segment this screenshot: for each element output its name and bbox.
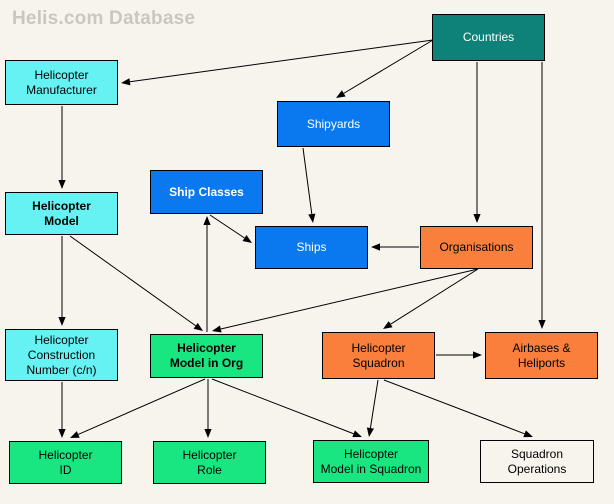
node-ships[interactable]: Ships xyxy=(255,226,368,269)
node-label: Helicopter Manufacturer xyxy=(26,67,97,97)
node-label: Ship Classes xyxy=(169,184,244,199)
node-ship_classes[interactable]: Ship Classes xyxy=(150,170,263,214)
edge-heli_model-to-model_in_org xyxy=(69,235,203,331)
edge-countries-to-organisations xyxy=(473,62,481,223)
edge-ship_classes-to-ships xyxy=(209,214,252,243)
edge-countries-to-airbases xyxy=(538,62,546,329)
page-title: Helis.com Database xyxy=(12,8,196,29)
node-sqn_ops[interactable]: Squadron Operations xyxy=(480,440,594,483)
edge-heli_squadron-to-model_in_sqn xyxy=(366,379,379,437)
edge-heli_cn-to-heli_id xyxy=(58,382,66,438)
node-countries[interactable]: Countries xyxy=(432,14,545,61)
node-heli_cn[interactable]: Helicopter Construction Number (c/n) xyxy=(5,329,118,381)
node-label: Helicopter Model in Org xyxy=(169,341,244,370)
edge-organisations-to-model_in_org xyxy=(212,268,479,333)
node-heli_model[interactable]: Helicopter Model xyxy=(5,192,118,235)
node-label: Organisations xyxy=(439,240,514,254)
node-heli_id[interactable]: Helicopter ID xyxy=(9,441,122,484)
edge-organisations-to-ships xyxy=(371,243,419,251)
node-airbases[interactable]: Airbases & Heliports xyxy=(485,332,598,379)
edge-organisations-to-heli_squadron xyxy=(383,268,479,329)
node-label: Countries xyxy=(462,30,515,44)
node-label: Helicopter Squadron xyxy=(351,340,406,370)
node-label: Helicopter Model in Squadron xyxy=(320,446,422,476)
edge-shipyards-to-ships xyxy=(302,147,316,223)
edge-model_in_org-to-heli_id xyxy=(70,378,206,438)
edge-manufacturer-to-heli_model xyxy=(58,106,66,189)
node-label: Airbases & Heliports xyxy=(512,340,571,370)
node-shipyards[interactable]: Shipyards xyxy=(277,101,390,147)
node-heli_role[interactable]: Helicopter Role xyxy=(153,441,266,484)
node-model_in_sqn[interactable]: Helicopter Model in Squadron xyxy=(313,440,429,483)
node-label: Shipyards xyxy=(306,116,361,131)
edge-heli_model-to-heli_cn xyxy=(58,236,66,326)
node-label: Squadron Operations xyxy=(507,446,567,476)
node-manufacturer[interactable]: Helicopter Manufacturer xyxy=(5,60,118,105)
edge-heli_squadron-to-sqn_ops xyxy=(383,379,533,438)
node-label: Helicopter Model xyxy=(32,198,91,228)
edge-model_in_org-to-model_in_sqn xyxy=(211,378,362,438)
edge-countries-to-manufacturer xyxy=(121,39,434,86)
node-model_in_org[interactable]: Helicopter Model in Org xyxy=(150,334,263,378)
diagram-canvas: Helis.com Database Countries Helicopter M… xyxy=(0,0,614,504)
edge-model_in_org-to-heli_role xyxy=(204,379,212,438)
edge-countries-to-shipyards xyxy=(336,39,434,98)
edge-heli_squadron-to-airbases xyxy=(436,351,482,359)
node-organisations[interactable]: Organisations xyxy=(420,226,533,269)
node-heli_squadron[interactable]: Helicopter Squadron xyxy=(322,332,435,379)
node-label: Helicopter Construction Number (c/n) xyxy=(26,332,97,377)
node-label: Helicopter Role xyxy=(182,447,237,477)
edge-model_in_org-to-ship_classes xyxy=(203,216,211,332)
node-label: Ships xyxy=(296,240,327,254)
node-label: Helicopter ID xyxy=(38,447,93,477)
